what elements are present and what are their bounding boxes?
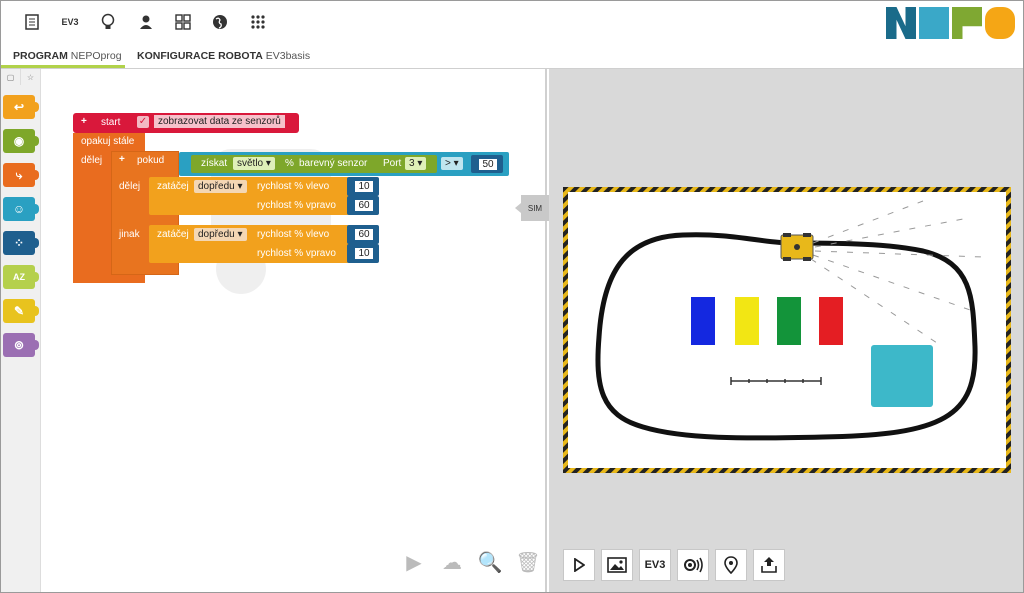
- blue-block: [691, 297, 715, 345]
- if-do-label: dělej: [119, 181, 141, 192]
- simulation-board[interactable]: [563, 187, 1011, 473]
- if-else-label: jinak: [119, 229, 140, 240]
- percent-label: %: [285, 158, 294, 169]
- if-plus-icon[interactable]: +: [119, 154, 125, 165]
- category-logic[interactable]: ☺: [3, 197, 39, 221]
- blockly-workspace[interactable]: ▢ ☆ ↩ ◉ ⤷ ☺ ⁘ AZ ✎ ⊚ + start ✓ zobrazova…: [1, 69, 547, 592]
- play-icon[interactable]: [563, 549, 595, 581]
- steer-label: zatáčej: [157, 181, 189, 192]
- simulation-panel: EV3: [549, 69, 1023, 592]
- sound-icon[interactable]: [677, 549, 709, 581]
- image-icon[interactable]: [601, 549, 633, 581]
- tab-robot-configuration[interactable]: KONFIGURACE ROBOTA EV3basis: [137, 50, 310, 62]
- category-control[interactable]: ⤷: [3, 163, 39, 187]
- then-left-speed[interactable]: 10: [353, 179, 375, 194]
- mode-dropdown[interactable]: světlo ▾: [233, 157, 275, 170]
- palette-expert-tab[interactable]: ☆: [21, 69, 41, 85]
- category-text[interactable]: AZ: [3, 265, 39, 289]
- apps-icon[interactable]: [247, 11, 269, 33]
- sensor-label: barevný senzor: [299, 158, 368, 169]
- else-right-speed[interactable]: 10: [353, 246, 375, 261]
- else-left-speed[interactable]: 60: [353, 227, 375, 242]
- red-block: [819, 297, 843, 345]
- palette-beginner-tab[interactable]: ▢: [1, 69, 21, 85]
- document-icon[interactable]: [21, 11, 43, 33]
- tab-program[interactable]: PROGRAM NEPOprog: [13, 50, 122, 62]
- sim-toggle-button[interactable]: SIM: [515, 195, 549, 221]
- if-label: pokud: [137, 155, 165, 166]
- yellow-block: [735, 297, 759, 345]
- top-toolbar: EV3: [1, 1, 1023, 45]
- start-plus-icon[interactable]: +: [81, 116, 87, 127]
- gallery-icon[interactable]: [172, 11, 194, 33]
- simulation-controls: EV3: [563, 549, 785, 581]
- speed-right-label: rychlost % vpravo: [257, 200, 336, 211]
- show-sensor-data-label: zobrazovat data ze senzorů: [154, 115, 285, 128]
- category-sensors[interactable]: ◉: [3, 129, 39, 153]
- then-right-speed[interactable]: 60: [353, 198, 375, 213]
- green-block: [777, 297, 801, 345]
- ev3-icon[interactable]: EV3: [57, 11, 83, 33]
- globe-icon[interactable]: [209, 11, 231, 33]
- workspace-controls: ▶ ☁ 🔍 🗑: [401, 549, 541, 575]
- speed-left-label: rychlost % vlevo: [257, 229, 330, 240]
- location-icon[interactable]: [715, 549, 747, 581]
- direction-dropdown[interactable]: dopředu ▾: [194, 228, 247, 241]
- app-window: EV3 PROGRAM NEPOprog KONFIGURACE ROBOTA: [0, 0, 1024, 593]
- import-icon[interactable]: [753, 549, 785, 581]
- robot: [780, 233, 814, 261]
- direction-dropdown[interactable]: dopředu ▾: [194, 180, 247, 193]
- nepo-logo: [886, 7, 1015, 39]
- cyan-block: [871, 345, 933, 407]
- port-dropdown[interactable]: 3 ▾: [405, 157, 427, 170]
- threshold-value[interactable]: 50: [477, 157, 499, 172]
- user-icon[interactable]: [135, 11, 157, 33]
- speed-left-label: rychlost % vlevo: [257, 181, 330, 192]
- start-label: start: [101, 117, 121, 128]
- block-palette: ▢ ☆ ↩ ◉ ⤷ ☺ ⁘ AZ ✎ ⊚: [1, 69, 41, 592]
- trash-icon[interactable]: 🗑: [515, 549, 541, 575]
- port-label: Port: [383, 158, 402, 169]
- get-label: získat: [201, 158, 228, 169]
- cloud-upload-icon[interactable]: ☁: [439, 549, 465, 575]
- repeat-do-label: dělej: [81, 155, 103, 166]
- category-colour[interactable]: ✎: [3, 299, 39, 323]
- tab-bar: PROGRAM NEPOprog KONFIGURACE ROBOTA EV3b…: [1, 45, 1023, 69]
- active-tab-indicator: [1, 65, 125, 68]
- operator-dropdown[interactable]: > ▾: [441, 157, 463, 170]
- sensor-data-checkbox[interactable]: ✓: [137, 116, 149, 128]
- lightbulb-icon[interactable]: [97, 11, 119, 33]
- play-icon[interactable]: ▶: [401, 549, 427, 575]
- zoom-icon[interactable]: 🔍: [477, 549, 503, 575]
- category-math[interactable]: ⁘: [3, 231, 39, 255]
- steer-label: zatáčej: [157, 229, 189, 240]
- speed-right-label: rychlost % vpravo: [257, 248, 336, 259]
- repeat-forever-label: opakuj stále: [81, 136, 135, 147]
- category-action[interactable]: ↩: [3, 95, 39, 119]
- category-variables[interactable]: ⊚: [3, 333, 39, 357]
- ev3-icon[interactable]: EV3: [639, 549, 671, 581]
